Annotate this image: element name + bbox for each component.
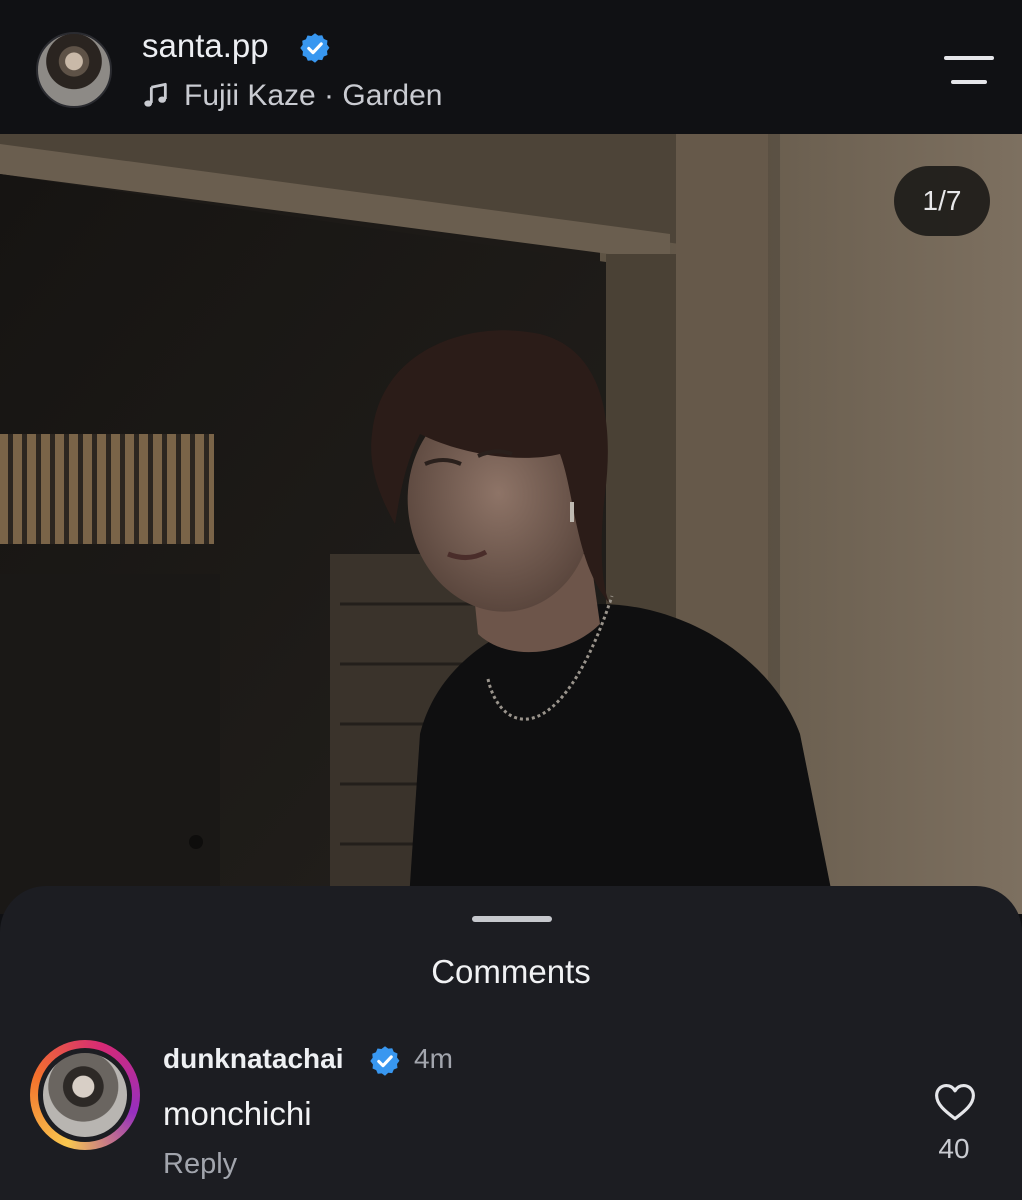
- comments-title: Comments: [431, 953, 591, 990]
- heart-icon[interactable]: [934, 1082, 976, 1122]
- sheet-drag-handle[interactable]: [472, 916, 552, 922]
- post-username[interactable]: santa.pp: [142, 26, 269, 66]
- post-header: santa.pp Fujii Kaze · Garden: [0, 0, 1022, 134]
- photo-counter: 1/7: [894, 166, 990, 236]
- music-note-icon: [144, 82, 167, 107]
- post-screen: santa.pp Fujii Kaze · Garden 1/7 Comment…: [0, 0, 1022, 1200]
- verified-badge-icon: [370, 1046, 400, 1076]
- verified-badge-icon: [300, 33, 330, 63]
- reply-button[interactable]: Reply: [163, 1146, 237, 1182]
- comments-sheet: Comments dunknatachai 4m monchichi Reply…: [0, 886, 1022, 1200]
- menu-icon[interactable]: [944, 56, 996, 86]
- photo-image: [0, 134, 1022, 914]
- post-photo[interactable]: [0, 134, 1022, 914]
- commenter-username[interactable]: dunknatachai: [163, 1042, 343, 1076]
- music-track[interactable]: Fujii Kaze · Garden: [184, 77, 442, 115]
- commenter-avatar[interactable]: [38, 1048, 132, 1142]
- profile-avatar[interactable]: [36, 32, 112, 108]
- comment-text: monchichi: [163, 1095, 312, 1132]
- like-count: 40: [938, 1133, 970, 1164]
- comment-time: 4m: [414, 1043, 453, 1074]
